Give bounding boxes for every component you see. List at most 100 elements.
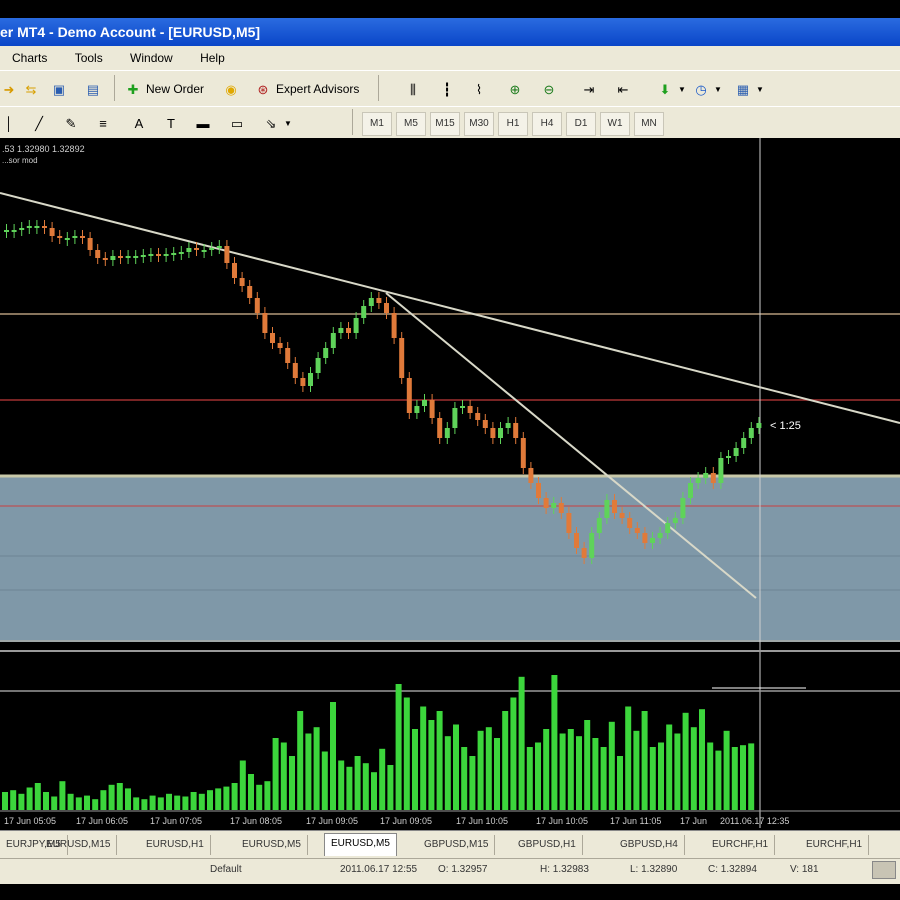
- candle: [171, 253, 177, 255]
- volume-bar: [477, 730, 484, 810]
- timeframe-m30[interactable]: M30: [464, 112, 494, 136]
- expert-advisors-button[interactable]: ⊛ Expert Advisors: [254, 77, 360, 101]
- menu-tools[interactable]: Tools: [63, 46, 115, 65]
- volume-bar: [551, 675, 558, 810]
- candle: [406, 378, 412, 413]
- trendline-icon[interactable]: ╱: [30, 111, 48, 135]
- status-high: H: 1.32983: [540, 864, 589, 875]
- candle: [384, 303, 389, 313]
- volume-bar: [592, 738, 599, 810]
- chart-tab[interactable]: EURUSD,M15: [40, 835, 118, 855]
- volume-bar: [2, 792, 8, 810]
- candle: [64, 238, 70, 240]
- zoom-in-icon[interactable]: ⊕: [506, 77, 524, 101]
- candle: [308, 373, 313, 386]
- candle: [574, 533, 579, 548]
- time-label: 17 Jun 11:05: [610, 816, 661, 826]
- volume-bar: [436, 711, 443, 810]
- volume-bar: [633, 730, 640, 810]
- volume-bar: [658, 742, 664, 810]
- timeframe-h4[interactable]: H4: [532, 112, 562, 136]
- candle: [528, 468, 534, 483]
- connection-indicator-icon: [872, 861, 896, 879]
- volume-bar: [576, 736, 582, 810]
- volume-bar: [264, 781, 271, 810]
- candle: [566, 513, 572, 533]
- timeframe-m15[interactable]: M15: [430, 112, 460, 136]
- chart-tab[interactable]: EURCHF,H1: [706, 835, 776, 855]
- candle: [57, 236, 63, 238]
- line-chart-icon[interactable]: ⌇: [470, 77, 488, 101]
- timeframe-m5[interactable]: M5: [396, 112, 426, 136]
- timeframe-w1[interactable]: W1: [600, 112, 630, 136]
- volume-bar: [535, 742, 541, 810]
- text-label-icon[interactable]: T: [162, 111, 180, 135]
- data-window-icon[interactable]: ▤: [84, 77, 102, 101]
- arrow-icon[interactable]: ➜: [0, 77, 18, 101]
- bar-chart-icon[interactable]: ⫼: [404, 77, 422, 101]
- chart-tab[interactable]: GBPUSD,M15: [418, 835, 496, 855]
- chart-shift-icon[interactable]: ⇥: [580, 77, 598, 101]
- chart-window[interactable]: < 1:25 .53 1.32980 1.32892 ...sor mod 17…: [0, 138, 900, 828]
- timeframe-d1[interactable]: D1: [566, 112, 596, 136]
- timeframe-mn[interactable]: MN: [634, 112, 664, 136]
- volume-bar: [51, 796, 58, 810]
- candle: [642, 533, 648, 543]
- candle: [612, 500, 617, 513]
- menu-help[interactable]: Help: [188, 46, 237, 65]
- candle: [604, 500, 610, 518]
- candle: [467, 406, 473, 413]
- profiles-icon[interactable]: ⇆: [22, 77, 40, 101]
- candle: [285, 348, 291, 363]
- objects-icon[interactable]: ▭: [228, 111, 246, 135]
- channel-icon[interactable]: ≡: [94, 111, 112, 135]
- chart-tab[interactable]: EURCHF,H1: [800, 835, 870, 855]
- indicators-icon[interactable]: ⬇ ▼: [656, 77, 686, 101]
- text-icon[interactable]: A: [130, 111, 148, 135]
- metaeditor-icon[interactable]: ◉: [222, 77, 240, 101]
- candle: [49, 228, 55, 236]
- chart-tab[interactable]: EURUSD,M5: [236, 835, 308, 855]
- candle: [520, 438, 526, 468]
- timeframe-h1[interactable]: H1: [498, 112, 528, 136]
- candle: [156, 254, 161, 256]
- volume-bar: [190, 792, 197, 810]
- menu-window[interactable]: Window: [118, 46, 185, 65]
- candle: [429, 400, 435, 418]
- volume-bar: [100, 790, 107, 810]
- chart-tab[interactable]: GBPUSD,H4: [614, 835, 685, 855]
- candle: [748, 428, 754, 438]
- bar-timer-label: < 1:25: [770, 420, 801, 432]
- candle: [376, 298, 382, 303]
- volume-bar: [723, 730, 730, 810]
- new-order-button[interactable]: ✚ New Order: [124, 77, 204, 101]
- volume-bar: [625, 706, 632, 810]
- candlestick-icon[interactable]: ┇: [438, 77, 456, 101]
- window-title-bar[interactable]: er MT4 - Demo Account - [EURUSD,M5]: [0, 18, 900, 46]
- volume-bar: [518, 676, 525, 810]
- periods-icon[interactable]: ◷ ▼: [692, 77, 722, 101]
- arrows-menu-icon[interactable]: ⇘ ▼: [262, 111, 292, 135]
- market-watch-icon[interactable]: ▣: [50, 77, 68, 101]
- volume-bar: [223, 786, 230, 810]
- menu-charts[interactable]: Charts: [0, 46, 59, 65]
- label-icon[interactable]: ▬: [194, 111, 212, 135]
- volume-bar: [34, 783, 41, 810]
- volume-bar: [67, 793, 74, 810]
- chart-tab[interactable]: GBPUSD,H1: [512, 835, 583, 855]
- vertical-line-icon[interactable]: │: [0, 111, 18, 135]
- zoom-out-icon[interactable]: ⊖: [540, 77, 558, 101]
- chart-tab[interactable]: EURUSD,M5: [324, 833, 397, 856]
- templates-icon[interactable]: ▦ ▼: [734, 77, 764, 101]
- candle: [133, 256, 139, 258]
- time-label: 17 Jun 08:05: [230, 816, 282, 826]
- timeframe-m1[interactable]: M1: [362, 112, 392, 136]
- volume-bar: [502, 711, 509, 810]
- auto-scroll-icon[interactable]: ⇤: [614, 77, 632, 101]
- chart-tab[interactable]: EURUSD,H1: [140, 835, 211, 855]
- volume-bar: [362, 763, 369, 810]
- volume-bar: [157, 797, 164, 810]
- candle: [627, 518, 633, 528]
- pencil-icon[interactable]: ✎: [62, 111, 80, 135]
- price-chart[interactable]: < 1:25 .53 1.32980 1.32892 ...sor mod 17…: [0, 138, 900, 828]
